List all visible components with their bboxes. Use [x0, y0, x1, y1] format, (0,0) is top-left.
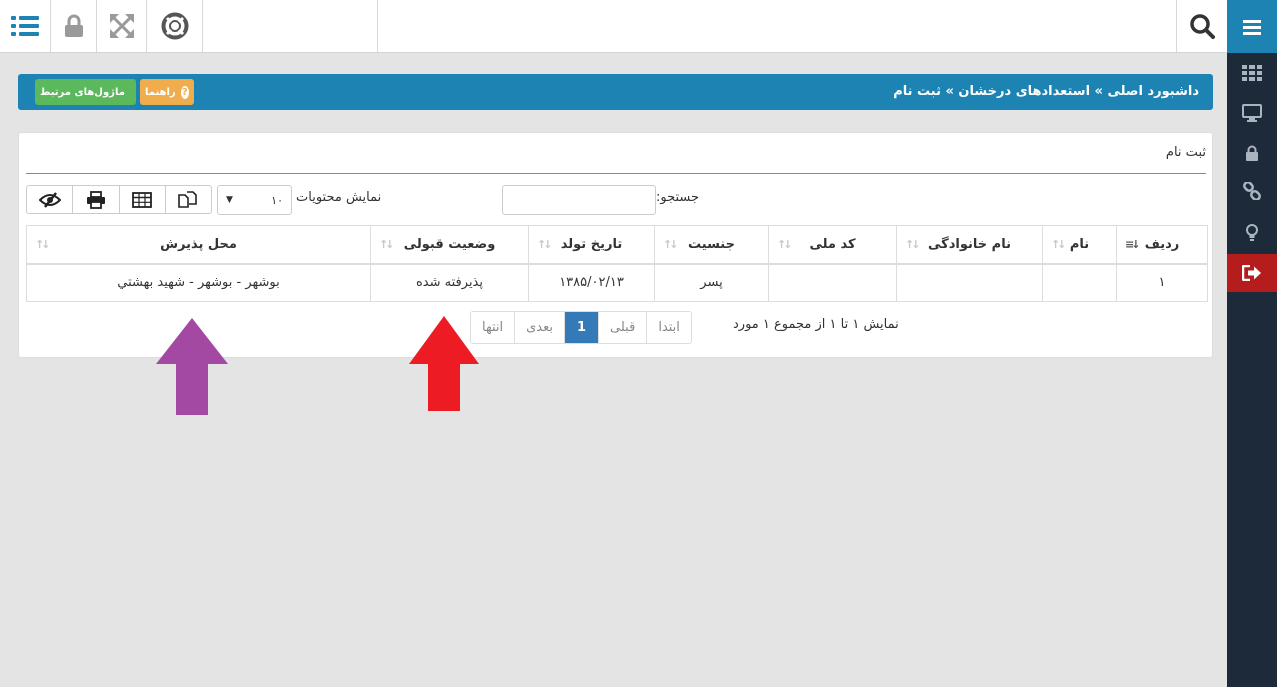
table-row[interactable]: ۱ پسر ۱۳۸۵/۰۲/۱۳ پذیرفته شده بوشهر - بوش…: [26, 263, 1208, 302]
page-previous[interactable]: قبلی: [598, 312, 647, 343]
search-label: جستجو:: [656, 190, 700, 205]
page-length-select[interactable]: ▼ ۱۰: [217, 185, 292, 215]
table-cell: بوشهر - بوشهر - شهید بهشتي: [26, 263, 371, 302]
grid-icon: [1242, 65, 1262, 81]
fullscreen-button[interactable]: [97, 0, 147, 52]
breadcrumb[interactable]: داشبورد اصلی » استعدادهای درخشان » ثبت ن…: [893, 74, 1199, 110]
sort-icon: ↓↑: [777, 238, 793, 251]
cogs-icon: [129, 91, 131, 93]
print-button[interactable]: [73, 186, 120, 213]
column-header-label: نام خانوادگی: [928, 236, 1011, 252]
sort-icon: ↓↑: [379, 238, 395, 251]
copy-icon: [178, 190, 198, 208]
red-arrow-annotation: [409, 316, 479, 411]
table-info: نمایش ۱ تا ۱ از مجموع ۱ مورد: [733, 317, 899, 332]
search-button[interactable]: [1176, 0, 1227, 52]
related-modules-label: ماژول‌های مرتبط: [40, 86, 125, 98]
sort-icon: ↓↑: [663, 238, 679, 251]
sidebar-item-dashboard[interactable]: [1227, 94, 1277, 132]
page-first[interactable]: ابتدا: [646, 312, 691, 343]
table-cell: [768, 263, 897, 302]
sidebar-item-exit[interactable]: [1227, 254, 1277, 292]
column-header[interactable]: وضعیت قبولی ↓↑: [370, 225, 529, 265]
purple-arrow-annotation: [156, 318, 228, 415]
column-header[interactable]: جنسیت ↓↑: [654, 225, 769, 265]
sort-icon: ↓↑: [537, 238, 553, 251]
sidebar-item-security[interactable]: [1227, 134, 1277, 172]
right-sidebar: [1227, 0, 1277, 687]
sort-icon: ↓↑: [1051, 238, 1067, 251]
sidebar-item-links[interactable]: [1227, 172, 1277, 210]
top-bar: [0, 0, 1227, 53]
column-header-label: کد ملی: [809, 236, 856, 252]
support-button[interactable]: [147, 0, 203, 52]
sign-out-icon: [1242, 265, 1261, 281]
breadcrumb-bar: داشبورد اصلی » استعدادهای درخشان » ثبت ن…: [18, 74, 1213, 110]
caret-down-icon: ▼: [226, 195, 233, 205]
table-cell: پسر: [654, 263, 769, 302]
sort-icon: ↓↑: [35, 238, 51, 251]
lifebuoy-icon: [161, 12, 188, 40]
page-current[interactable]: 1: [564, 312, 599, 343]
lock-icon: [64, 14, 83, 37]
column-header-label: نام: [1069, 236, 1090, 252]
column-header[interactable]: تاریخ تولد ↓↑: [528, 225, 655, 265]
column-header-label: محل پذیرش: [160, 236, 237, 252]
excel-button[interactable]: [120, 186, 166, 213]
monitor-icon: [1242, 104, 1262, 122]
pagination: ابتدا قبلی 1 بعدی انتها: [470, 311, 692, 344]
toolbar-spacer: [203, 0, 378, 52]
table-cell: ۱: [1116, 263, 1208, 302]
sidebar-item-apps[interactable]: [1227, 54, 1277, 92]
panel-divider: [26, 173, 1206, 174]
search-icon: [1190, 14, 1215, 39]
students-table: ردیف ↓≡ نام ↓↑ نام خانوادگی ↓↑ کد ملی ↓↑ جنس…: [26, 225, 1208, 302]
column-header[interactable]: محل پذیرش ↓↑: [26, 225, 371, 265]
column-visibility-button[interactable]: [27, 186, 74, 213]
eye-slash-icon: [38, 191, 61, 208]
expand-icon: [109, 14, 134, 38]
help-button[interactable]: ? راهنما: [140, 79, 194, 105]
table-icon: [132, 191, 153, 208]
search-input[interactable]: [502, 185, 656, 215]
column-header-label: ردیف: [1144, 236, 1180, 252]
page-length-value: ۱۰: [271, 193, 283, 207]
table-cell: پذیرفته شده: [370, 263, 529, 302]
page-length-label: نمایش محتویات: [296, 190, 382, 205]
list-menu-button[interactable]: [0, 0, 51, 52]
help-button-label: راهنما: [145, 86, 176, 98]
hamburger-icon: [1243, 19, 1261, 35]
lock-button[interactable]: [51, 0, 97, 52]
question-icon: ?: [180, 85, 189, 99]
table-cell: ۱۳۸۵/۰۲/۱۳: [528, 263, 655, 302]
column-header-label: وضعیت قبولی: [403, 236, 496, 252]
column-header[interactable]: ردیف ↓≡: [1116, 225, 1208, 265]
related-modules-button[interactable]: ماژول‌های مرتبط: [35, 79, 136, 105]
sidebar-item-tips[interactable]: [1227, 214, 1277, 252]
copy-button[interactable]: [166, 186, 211, 213]
hamburger-button[interactable]: [1227, 0, 1277, 53]
lightbulb-icon: [1246, 224, 1258, 241]
page-next[interactable]: بعدی: [514, 312, 564, 343]
list-menu-icon: [11, 16, 39, 36]
export-toolbar: [26, 185, 212, 214]
link-icon: [1243, 182, 1261, 200]
panel-title: ثبت نام: [1165, 145, 1206, 160]
lock-icon: [1246, 145, 1258, 161]
column-header-label: تاریخ تولد: [560, 236, 623, 252]
print-icon: [86, 190, 105, 209]
table-cell: [896, 263, 1043, 302]
table-header-row: ردیف ↓≡ نام ↓↑ نام خانوادگی ↓↑ کد ملی ↓↑ جنس…: [26, 225, 1208, 265]
column-header[interactable]: نام خانوادگی ↓↑: [896, 225, 1043, 265]
sort-icon: ↓↑: [905, 238, 921, 251]
sort-icon: ↓≡: [1125, 238, 1141, 251]
table-cell: [1042, 263, 1117, 302]
column-header-label: جنسیت: [688, 236, 735, 252]
column-header[interactable]: کد ملی ↓↑: [768, 225, 897, 265]
column-header[interactable]: نام ↓↑: [1042, 225, 1117, 265]
